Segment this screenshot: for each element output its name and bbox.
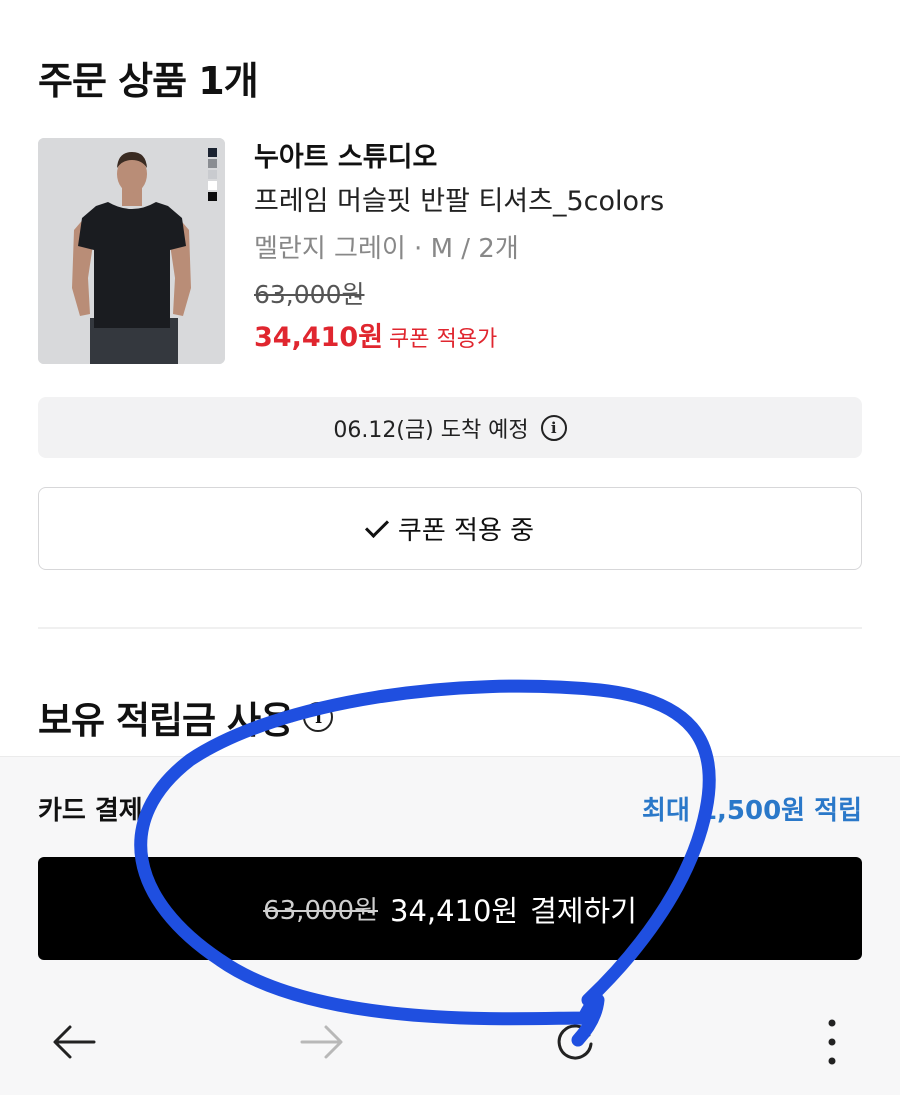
delivery-text: 06.12(금) 도착 예정	[333, 417, 529, 443]
refresh-icon[interactable]	[545, 1012, 605, 1072]
points-section-title: 보유 적립금 사용 i	[38, 690, 334, 744]
coupon-label: 쿠폰 적용 중	[397, 516, 535, 546]
pay-price: 34,410원	[390, 893, 519, 928]
more-vertical-icon[interactable]	[802, 1012, 862, 1072]
pay-label: 결제하기	[530, 893, 637, 928]
product-name[interactable]: 프레임 머슬핏 반팔 티셔츠_5colors	[254, 178, 664, 226]
order-items-title: 주문 상품 1개	[38, 59, 259, 103]
points-title-text: 보유 적립금 사용	[38, 699, 294, 742]
info-icon[interactable]: i	[540, 414, 567, 441]
color-swatches	[208, 148, 217, 201]
coupon-applied-button[interactable]: 쿠폰 적용 중	[38, 487, 862, 570]
swatch-navy	[208, 148, 217, 157]
original-price: 63,000원	[254, 280, 365, 309]
browser-navbar	[0, 990, 900, 1095]
product-info: 누아트 스튜디오 프레임 머슬핏 반팔 티셔츠_5colors 멜란지 그레이 …	[254, 138, 664, 361]
check-icon	[364, 513, 389, 538]
product-card: 누아트 스튜디오 프레임 머슬핏 반팔 티셔츠_5colors 멜란지 그레이 …	[38, 138, 862, 366]
delivery-estimate: 06.12(금) 도착 예정 i	[38, 397, 862, 458]
sale-price-row: 34,410원 쿠폰 적용가	[254, 318, 664, 361]
sale-price-note: 쿠폰 적용가	[389, 327, 498, 352]
swatch-gray	[208, 159, 217, 168]
info-icon[interactable]: i	[303, 702, 334, 732]
swatch-black	[208, 192, 217, 201]
pay-original-price: 63,000원	[263, 896, 378, 926]
product-brand[interactable]: 누아트 스튜디오	[254, 138, 664, 178]
forward-arrow-icon[interactable]	[292, 1012, 352, 1072]
sale-price: 34,410원	[254, 322, 384, 353]
swatch-white	[208, 181, 217, 190]
pay-button[interactable]: 63,000원 34,410원 결제하기	[38, 857, 862, 960]
section-divider	[38, 627, 862, 629]
back-arrow-icon[interactable]	[44, 1012, 104, 1072]
reward-points-text: 최대 1,500원 적립	[642, 796, 862, 826]
payment-method: 카드 결제	[38, 796, 143, 826]
product-option: 멜란지 그레이 · M / 2개	[254, 234, 519, 264]
product-thumbnail[interactable]	[38, 138, 225, 364]
model-photo	[38, 138, 225, 364]
payment-footer: 카드 결제 최대 1,500원 적립 63,000원 34,410원 결제하기	[0, 756, 900, 990]
swatch-light-gray	[208, 170, 217, 179]
